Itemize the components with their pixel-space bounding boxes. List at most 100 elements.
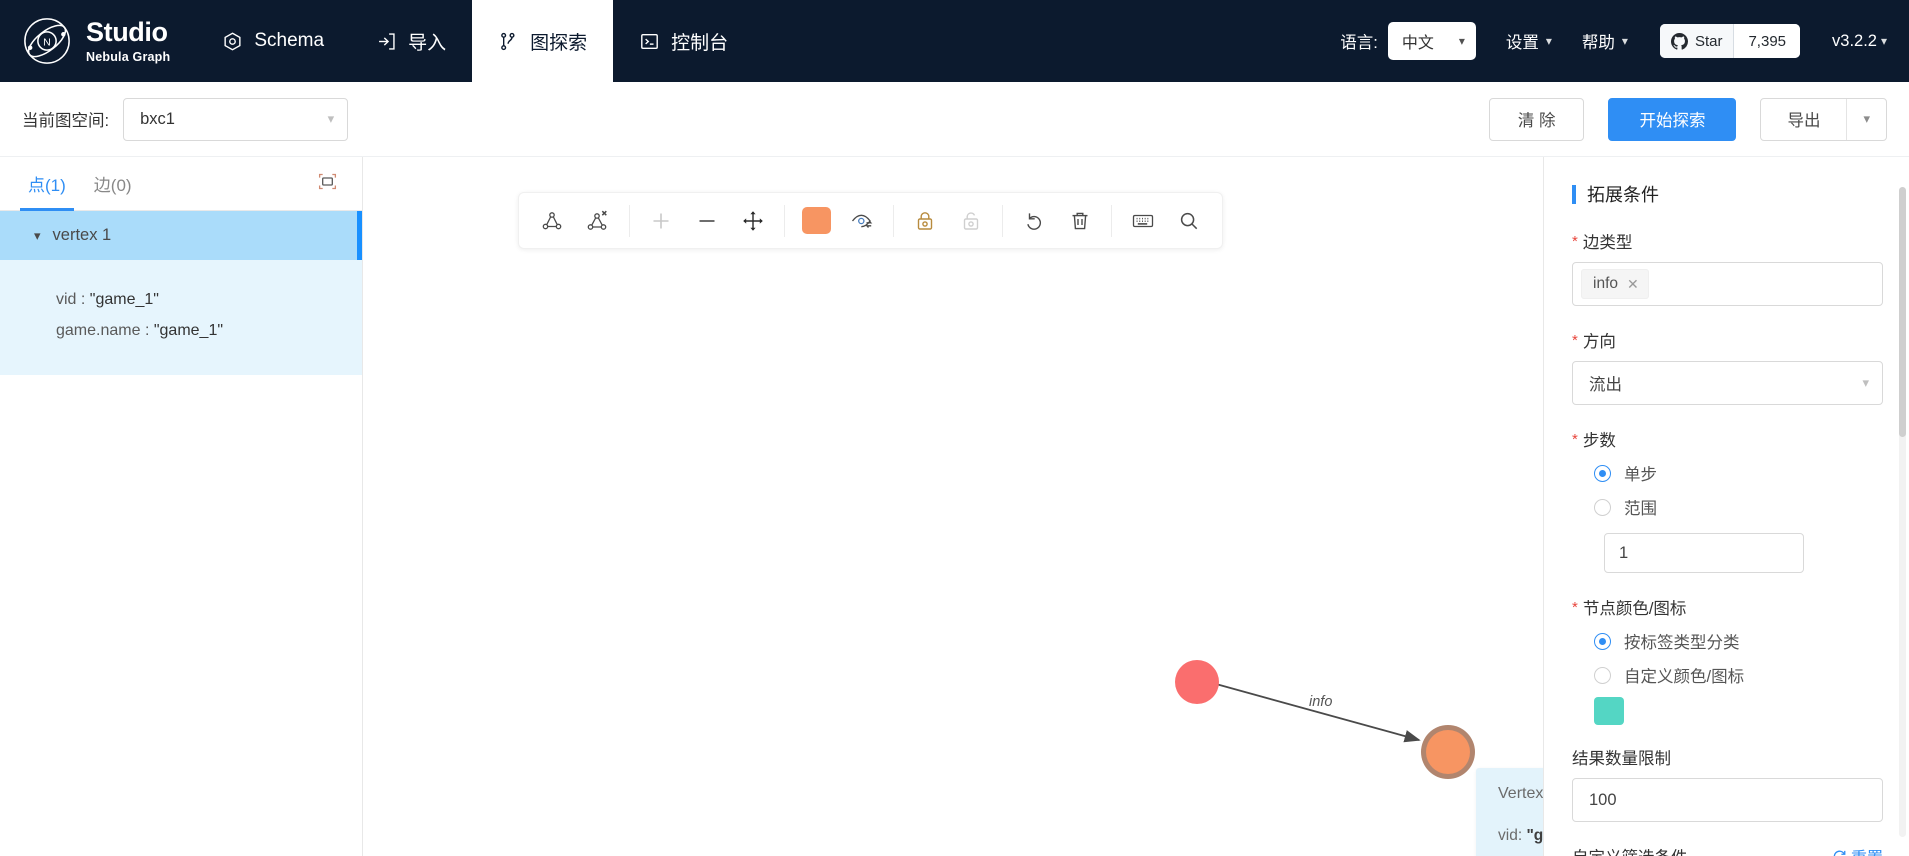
help-menu[interactable]: 帮助 ▾ [1582, 29, 1628, 53]
vertex-details-title: Vertex Details [1498, 785, 1543, 802]
tab-graph-explore-label: 图探索 [530, 32, 588, 54]
results-panel: 点(1) 边(0) ▾ vertex 1 vid : "game_1" game… [0, 157, 363, 856]
close-icon[interactable]: ✕ [1627, 276, 1639, 293]
required-asterisk-icon: * [1572, 232, 1578, 250]
radio-style-custom-label: 自定义颜色/图标 [1624, 668, 1745, 686]
export-button[interactable]: 导出 ▾ [1760, 97, 1887, 141]
radio-step-range[interactable]: 范围 [1594, 495, 1883, 519]
chevron-down-icon[interactable]: ▾ [1846, 98, 1886, 140]
settings-label: 设置 [1505, 34, 1539, 52]
tab-console-label: 控制台 [671, 32, 729, 54]
vertex-properties: vid : "game_1" game.name : "game_1" [0, 260, 362, 375]
tab-edges[interactable]: 边(0) [80, 157, 146, 211]
direction-label: * 方向 [1572, 328, 1883, 352]
language-select[interactable]: 中文 ▾ [1387, 22, 1476, 60]
graph-canvas[interactable]: info Vertex Details vid: "game_1" game.n… [363, 157, 1543, 856]
space-select[interactable]: bxc1 ▾ [123, 97, 349, 141]
vertex-property-key: game.name : [56, 322, 150, 339]
vertex-property-row: game.name : "game_1" [56, 322, 362, 340]
chevron-down-icon: ▾ [1621, 34, 1628, 48]
chevron-down-icon: ▾ [1862, 375, 1869, 390]
limit-input[interactable]: 100 [1572, 778, 1883, 822]
node-style-label: * 节点颜色/图标 [1572, 595, 1883, 619]
radio-icon [1594, 666, 1611, 684]
edge-type-tag-label: info [1593, 275, 1618, 292]
radio-step-single[interactable]: 单步 [1594, 461, 1883, 485]
graph-edge-layer [1215, 683, 1421, 743]
node-style-label-text: 节点颜色/图标 [1582, 600, 1687, 618]
brand-logo-area[interactable]: N Studio Nebula Graph [0, 0, 196, 82]
required-asterisk-icon: * [1572, 598, 1578, 616]
tab-graph-explore[interactable]: 图探索 [472, 0, 614, 82]
graph-node-target-selected[interactable] [1421, 725, 1475, 779]
graph-edge[interactable] [1215, 683, 1421, 743]
vertex-list-item[interactable]: ▾ vertex 1 [0, 211, 362, 260]
graph-edge-label: info [1309, 694, 1333, 710]
vertex-property-key: vid : [56, 291, 86, 308]
help-label: 帮助 [1581, 34, 1615, 52]
edge-type-input[interactable]: info ✕ [1572, 262, 1883, 306]
fit-to-screen-icon[interactable] [313, 167, 342, 201]
custom-color-swatch[interactable] [1594, 697, 1624, 725]
graph-branch-icon [501, 32, 515, 50]
results-tabs: 点(1) 边(0) [0, 157, 362, 211]
step-value-input[interactable]: 1 [1604, 533, 1804, 573]
tab-console[interactable]: 控制台 [613, 0, 754, 82]
tab-schema-label: Schema [254, 30, 325, 51]
panel-scrollbar-thumb[interactable] [1899, 187, 1906, 437]
nav-right-area: 语言: 中文 ▾ 设置 ▾ 帮助 ▾ Star 7,395 v3.2.2 ▾ [1340, 0, 1909, 82]
steps-label-text: 步数 [1582, 432, 1616, 450]
chevron-down-icon: ▾ [1458, 34, 1465, 48]
import-arrow-icon [379, 32, 395, 50]
edge-type-label-text: 边类型 [1582, 234, 1633, 252]
radio-icon [1594, 498, 1611, 516]
nebula-orbit-logo-icon: N [24, 18, 70, 64]
chevron-down-icon: ▾ [327, 111, 335, 126]
current-space-label: 当前图空间: [22, 112, 110, 130]
github-star-button[interactable]: Star [1659, 24, 1735, 58]
action-buttons: 清 除 开始探索 导出 ▾ [1488, 97, 1887, 141]
direction-value: 流出 [1589, 376, 1622, 394]
limit-label: 结果数量限制 [1572, 745, 1883, 769]
tab-schema[interactable]: Schema [196, 0, 350, 82]
vertex-details-key: vid: [1498, 827, 1523, 844]
vertex-property-value: "game_1" [153, 322, 224, 339]
settings-menu[interactable]: 设置 ▾ [1506, 29, 1552, 53]
version-label: v3.2.2 [1832, 31, 1877, 50]
clear-button[interactable]: 清 除 [1488, 97, 1585, 141]
version-menu[interactable]: v3.2.2 ▾ [1832, 32, 1887, 51]
github-star-widget[interactable]: Star 7,395 [1659, 24, 1801, 58]
radio-style-by-tag[interactable]: 按标签类型分类 [1594, 629, 1883, 653]
start-explore-button[interactable]: 开始探索 [1608, 97, 1737, 141]
export-label: 导出 [1787, 112, 1821, 130]
tab-vertices[interactable]: 点(1) [14, 157, 80, 211]
nav-tabs: Schema 导入 图探索 控制台 [196, 0, 754, 82]
direction-label-text: 方向 [1582, 333, 1616, 351]
brand-title: Studio [86, 16, 168, 47]
radio-icon-selected [1594, 464, 1611, 482]
github-star-count[interactable]: 7,395 [1734, 24, 1801, 58]
chevron-down-icon: ▾ [1545, 34, 1552, 48]
reset-label: 重置 [1851, 844, 1883, 856]
brand-subtitle: Nebula Graph [86, 49, 171, 64]
tab-import[interactable]: 导入 [350, 0, 472, 82]
vertex-details-tooltip: Vertex Details vid: "game_1" game.name: … [1476, 768, 1543, 856]
radio-style-custom[interactable]: 自定义颜色/图标 [1594, 663, 1883, 687]
hexagon-schema-icon [224, 31, 241, 51]
panel-title: 拓展条件 [1572, 181, 1883, 207]
edge-type-tag[interactable]: info ✕ [1581, 269, 1649, 299]
required-asterisk-icon: * [1572, 331, 1578, 349]
radio-icon-selected [1594, 632, 1611, 650]
radio-style-by-tag-label: 按标签类型分类 [1624, 634, 1740, 652]
steps-label: * 步数 [1572, 427, 1883, 451]
app-root: N Studio Nebula Graph Schema 导入 图探索 控制台 … [0, 0, 1909, 856]
custom-filter-row: 自定义筛选条件 重置 [1572, 844, 1883, 856]
edge-type-label: * 边类型 [1572, 229, 1883, 253]
vertex-details-value: "game_1" [1526, 827, 1543, 844]
reset-button[interactable]: 重置 [1832, 844, 1883, 856]
language-value: 中文 [1401, 35, 1434, 52]
chevron-down-icon: ▾ [1880, 34, 1887, 48]
space-toolbar: 当前图空间: bxc1 ▾ 清 除 开始探索 导出 ▾ [0, 82, 1909, 157]
graph-node-source[interactable] [1175, 660, 1219, 704]
direction-select[interactable]: 流出 ▾ [1572, 361, 1883, 405]
